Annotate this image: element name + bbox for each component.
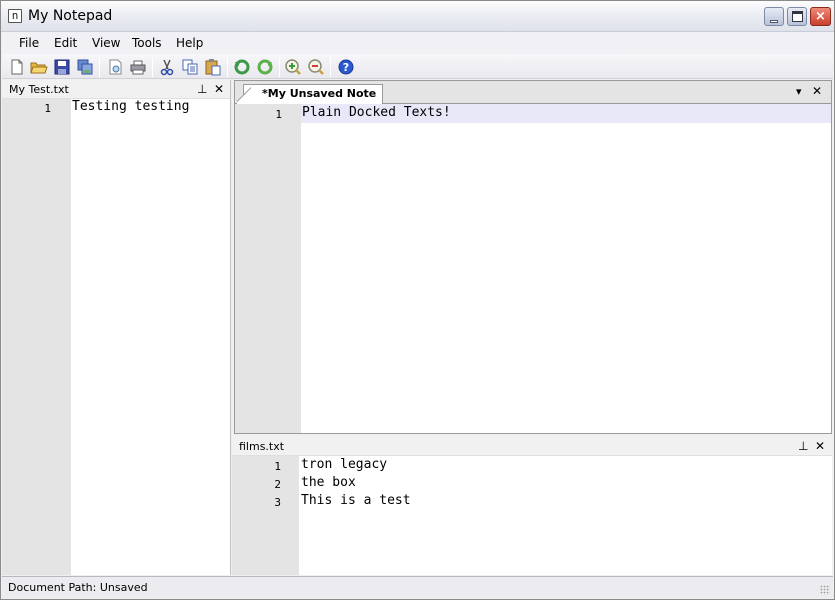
maximize-button[interactable] [787,7,807,26]
pin-icon[interactable]: ⊥ [798,439,808,453]
line-number: 1 [275,108,282,121]
toolbar-separator [99,57,100,77]
close-icon: × [815,9,826,24]
toolbar-separator [227,57,228,77]
scissors-icon [160,59,174,76]
close-icon[interactable]: ✕ [815,439,825,453]
redo-button[interactable] [256,58,274,76]
status-bar: Document Path: Unsaved [2,576,833,598]
app-icon: n [8,9,22,23]
save-icon [54,59,70,75]
toolbar-separator [152,57,153,77]
line-number-gutter [232,456,299,575]
bottom-panel-header: films.txt ⊥ ✕ [232,437,832,456]
zoom-out-button[interactable] [307,58,325,76]
code-line[interactable]: Plain Docked Texts! [302,105,451,120]
left-docked-panel: My Test.txt ⊥ ✕ 1 Testing testing [2,80,231,575]
tab-label: *My Unsaved Note [262,87,377,100]
title-bar[interactable]: n My Notepad × [1,1,834,32]
maximize-icon [792,11,803,22]
code-line[interactable]: This is a test [301,493,411,508]
menu-file[interactable]: File [19,36,39,50]
paste-button[interactable] [204,58,222,76]
new-file-icon [11,59,23,75]
save-all-button[interactable] [76,58,94,76]
open-folder-icon [30,62,48,74]
copy-icon [182,59,198,75]
left-panel-header: My Test.txt ⊥ ✕ [2,80,230,99]
status-text: Document Path: Unsaved [8,581,148,594]
zoom-in-icon [285,59,301,75]
help-icon: ? [338,59,354,75]
zoom-out-icon [308,59,324,75]
printer-icon [130,60,146,75]
left-panel-title: My Test.txt [9,83,69,96]
print-preview-button[interactable] [106,58,124,76]
menu-bar: File Edit View Tools Help [2,32,833,54]
menu-edit[interactable]: Edit [54,36,77,50]
toolbar-separator [330,57,331,77]
window-title: My Notepad [28,8,113,24]
menu-tools[interactable]: Tools [132,36,162,50]
line-number: 1 [44,102,51,115]
line-number-gutter [2,99,71,575]
cut-button[interactable] [158,58,176,76]
help-button[interactable]: ? [337,58,355,76]
menu-view[interactable]: View [92,36,120,50]
line-number-gutter [235,104,301,433]
print-preview-icon [109,59,122,75]
open-button[interactable] [30,58,48,76]
paste-icon [205,59,221,76]
close-button[interactable]: × [810,7,831,26]
menu-help[interactable]: Help [176,36,203,50]
save-button[interactable] [53,58,71,76]
bottom-docked-panel: films.txt ⊥ ✕ 1 tron legacy 2 the box 3 … [232,437,832,575]
minimize-button[interactable] [764,7,784,26]
resize-grip-icon[interactable] [820,585,830,595]
editor[interactable]: 1 Plain Docked Texts! [235,104,831,433]
pin-icon[interactable]: ⊥ [197,82,207,96]
redo-icon [257,59,273,75]
toolbar-separator [279,57,280,77]
bottom-panel-title: films.txt [239,440,285,453]
chevron-down-icon[interactable]: ▾ [796,85,802,99]
print-button[interactable] [129,58,147,76]
close-icon[interactable]: ✕ [214,82,224,96]
toolbar: ? [2,54,833,79]
svg-text:?: ? [343,61,349,74]
close-icon[interactable]: ✕ [812,84,822,98]
document-area: *My Unsaved Note ▾ ✕ 1 Plain Docked Text… [234,80,832,434]
app-window: n My Notepad × File Edit View Tools Help [0,0,835,600]
new-file-button[interactable] [8,58,26,76]
line-number: 1 [274,460,281,473]
document-tab-strip: *My Unsaved Note ▾ ✕ [235,81,831,105]
zoom-in-button[interactable] [284,58,302,76]
minimize-icon [770,20,778,23]
undo-icon [234,59,250,75]
code-line[interactable]: Testing testing [72,99,189,114]
save-all-icon [77,59,93,75]
tab-my-unsaved-note[interactable]: *My Unsaved Note [236,84,384,105]
code-line[interactable]: tron legacy [301,457,387,472]
undo-button[interactable] [233,58,251,76]
copy-button[interactable] [181,58,199,76]
line-number: 2 [274,478,281,491]
code-line[interactable]: the box [301,475,356,490]
line-number: 3 [274,496,281,509]
